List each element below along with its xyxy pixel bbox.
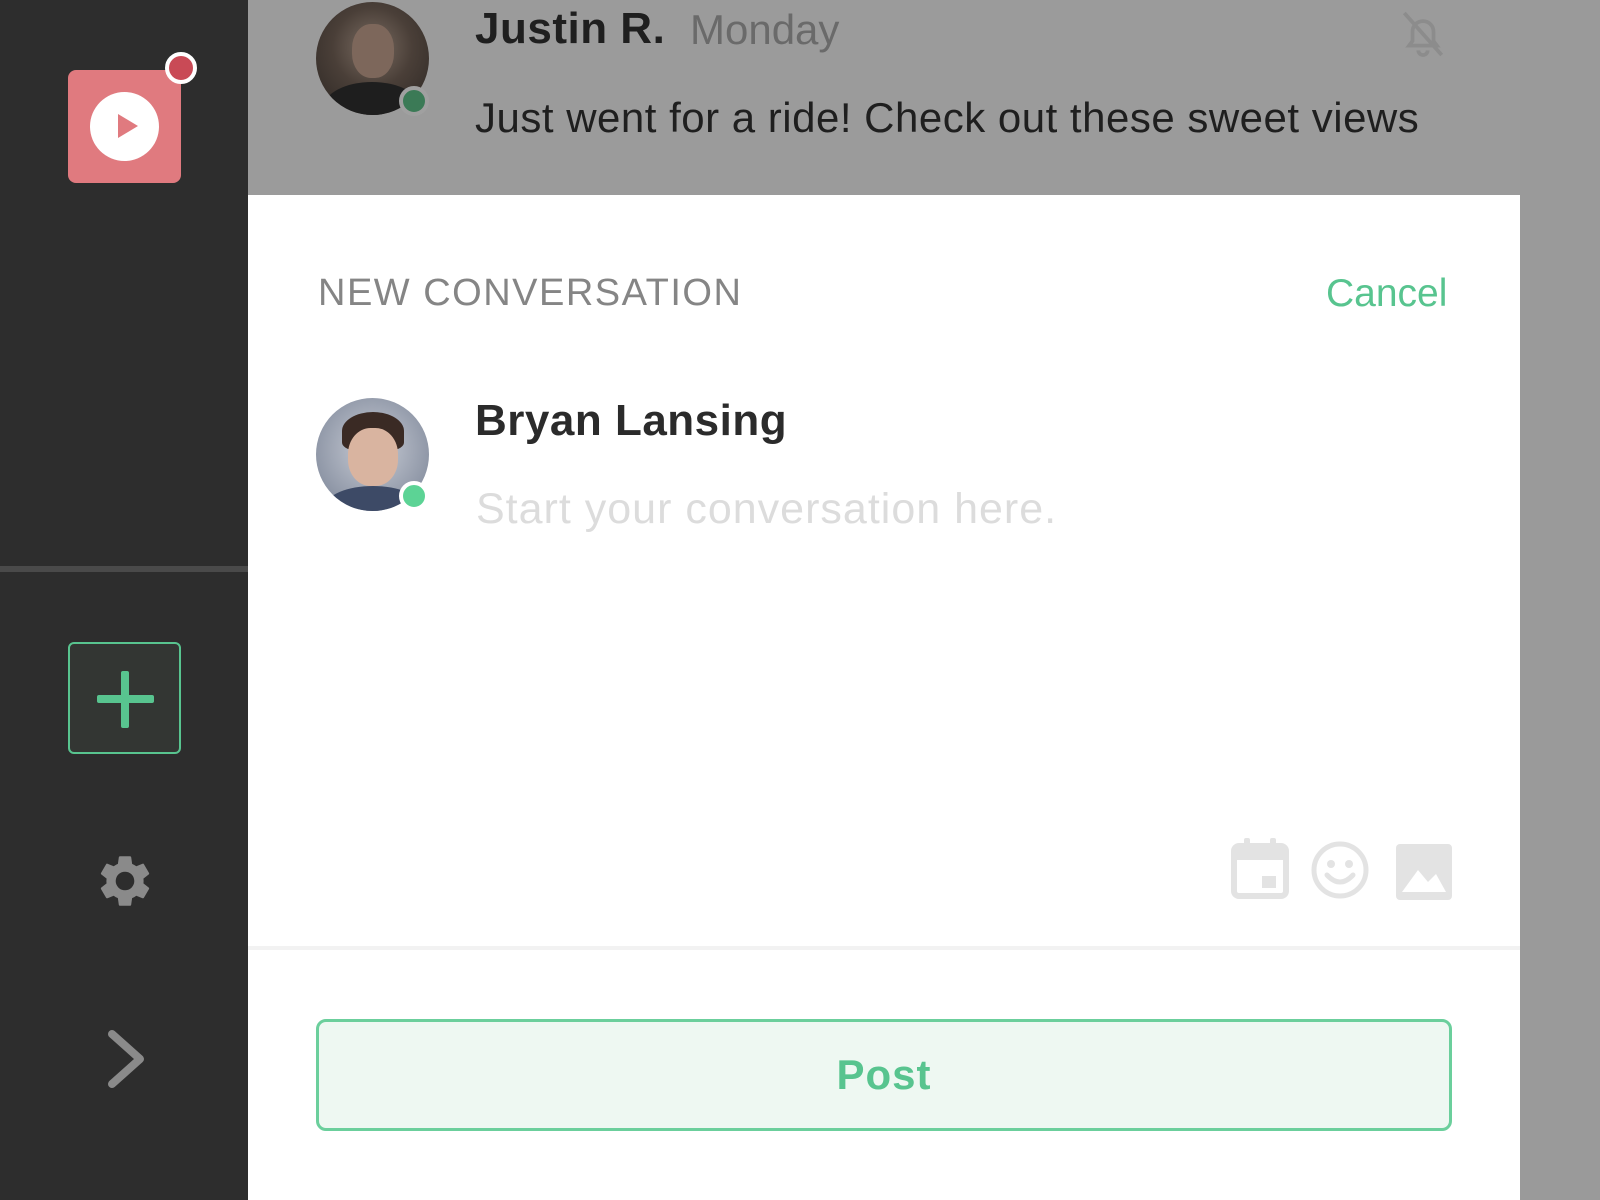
online-indicator bbox=[399, 86, 429, 116]
sidebar-divider bbox=[0, 566, 248, 572]
post-button[interactable]: Post bbox=[316, 1019, 1452, 1131]
avatar-face bbox=[352, 24, 394, 78]
avatar-face bbox=[348, 428, 398, 486]
chevron-right-icon[interactable] bbox=[104, 1028, 148, 1090]
recipient-name: Bryan Lansing bbox=[475, 396, 788, 445]
play-icon bbox=[90, 92, 159, 161]
image-icon[interactable] bbox=[1394, 840, 1454, 904]
play-triangle bbox=[118, 114, 138, 138]
new-conversation-button[interactable] bbox=[68, 642, 181, 754]
message-time: Monday bbox=[690, 6, 840, 53]
footer-divider bbox=[248, 946, 1520, 950]
background-overlay bbox=[1520, 0, 1600, 1200]
cancel-button[interactable]: Cancel bbox=[1326, 272, 1447, 316]
author-name: Justin R. bbox=[475, 4, 666, 53]
notification-badge bbox=[165, 52, 197, 84]
message-text: Just went for a ride! Check out these sw… bbox=[475, 94, 1420, 141]
gear-icon[interactable] bbox=[94, 850, 156, 912]
bell-off-icon[interactable] bbox=[1395, 6, 1451, 62]
sidebar bbox=[0, 0, 248, 1200]
plus-icon-vertical bbox=[121, 671, 129, 728]
app-logo[interactable] bbox=[68, 70, 181, 183]
online-indicator bbox=[399, 481, 429, 511]
modal-title: NEW CONVERSATION bbox=[318, 272, 743, 314]
calendar-icon[interactable] bbox=[1230, 836, 1290, 900]
message-input[interactable] bbox=[472, 474, 1422, 544]
emoji-icon[interactable] bbox=[1310, 838, 1370, 902]
